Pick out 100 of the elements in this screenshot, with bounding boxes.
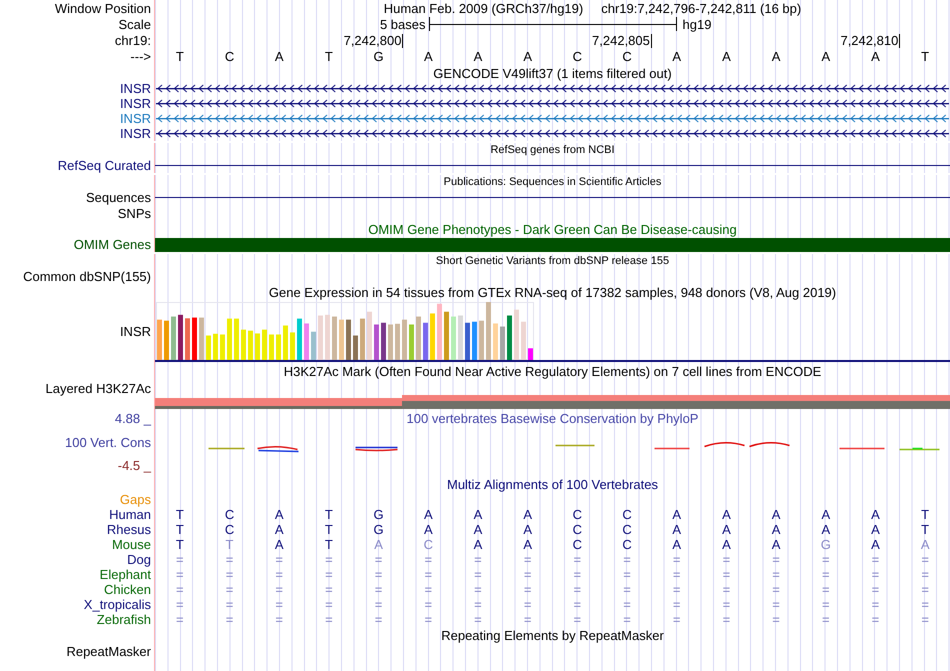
species-label: Zebrafish <box>96 612 151 627</box>
alignment-base: = <box>325 597 333 612</box>
alignment-base: A <box>424 522 433 537</box>
base-letter: C <box>622 49 632 64</box>
alignment-base: = <box>275 597 284 612</box>
alignment-base: = <box>424 612 432 627</box>
alignment-base: = <box>722 612 730 627</box>
track-title: Multiz Alignments of 100 Vertebrates <box>446 476 658 492</box>
alignment-base: T <box>176 522 184 537</box>
alignment-base: T <box>921 507 930 522</box>
alignment-base: = <box>872 582 880 597</box>
alignment-base: T <box>324 522 333 537</box>
track-label: INSR <box>120 324 151 338</box>
alignment-base: = <box>623 552 631 567</box>
alignment-base: = <box>623 582 631 597</box>
alignment-base: = <box>822 567 830 582</box>
alignment-base: T <box>324 537 333 552</box>
alignment-base: = <box>672 582 681 597</box>
alignment-base: A <box>672 522 682 537</box>
alignment-base: = <box>524 552 532 567</box>
track-label: Layered H3K27Ac <box>45 381 151 396</box>
ruler-tick: 7,242,810 <box>840 34 900 48</box>
alignment-base: = <box>672 612 681 627</box>
row-label: Window Position <box>54 0 151 16</box>
alignment-base: = <box>176 582 184 597</box>
base-letter: A <box>821 49 830 64</box>
species-label: Gaps <box>120 492 151 507</box>
base-letter: A <box>274 49 284 64</box>
alignment-base: = <box>424 597 432 612</box>
alignment-base: = <box>672 552 681 567</box>
alignment-base: = <box>474 582 482 597</box>
gene-label: INSR <box>120 96 151 111</box>
alignment-base: = <box>772 552 780 567</box>
alignment-base: = <box>722 552 730 567</box>
alignment-base: = <box>524 597 532 612</box>
track-title: Repeating Elements by RepeatMasker <box>441 628 664 642</box>
alignment-base: = <box>424 582 432 597</box>
species-label: Mouse <box>112 537 151 552</box>
alignment-base: A <box>920 537 930 552</box>
alignment-base: = <box>822 552 830 567</box>
alignment-base: = <box>623 612 631 627</box>
gene-label: INSR <box>120 126 151 141</box>
track-label: RepeatMasker <box>66 644 151 658</box>
alignment-base: = <box>226 552 234 567</box>
alignment-base: A <box>474 522 482 537</box>
track-label: Sequences <box>86 190 151 205</box>
species-label: Elephant <box>100 567 151 582</box>
base-letter: G <box>374 49 384 64</box>
alignment-base: A <box>474 537 482 552</box>
alignment-base: = <box>226 567 234 582</box>
alignment-base: = <box>921 612 929 627</box>
alignment-base: A <box>274 507 284 522</box>
alignment-base: = <box>921 582 929 597</box>
scale-text: 5 bases <box>378 16 426 32</box>
alignment-base: = <box>822 582 830 597</box>
alignment-base: = <box>176 567 184 582</box>
base-letter: A <box>672 49 682 64</box>
species-label: X_tropicalis <box>84 597 151 612</box>
alignment-base: C <box>622 507 632 522</box>
alignment-base: A <box>722 522 731 537</box>
alignment-base: = <box>474 567 482 582</box>
row-label: Scale <box>118 16 151 32</box>
alignment-base: = <box>772 582 780 597</box>
base-letter: A <box>871 49 880 64</box>
alignment-base: A <box>274 537 284 552</box>
alignment-base: = <box>574 582 582 597</box>
species-label: Dog <box>127 552 151 567</box>
alignment-base: T <box>176 537 184 552</box>
alignment-base: = <box>772 567 780 582</box>
alignment-base: = <box>672 597 681 612</box>
scale-assembly: hg19 <box>682 16 712 32</box>
alignment-base: C <box>622 522 632 537</box>
alignment-base: = <box>325 612 333 627</box>
alignment-base: A <box>523 522 532 537</box>
alignment-base: = <box>822 597 830 612</box>
alignment-base: = <box>722 582 730 597</box>
alignment-base: = <box>275 582 284 597</box>
base-letter: C <box>224 49 234 64</box>
alignment-base: T <box>921 522 930 537</box>
alignment-base: A <box>871 507 880 522</box>
alignment-base: G <box>374 507 384 522</box>
assembly-title: Human Feb. 2009 (GRCh37/hg19) <box>384 0 584 16</box>
track-label: OMIM Genes <box>74 237 151 252</box>
alignment-base: = <box>275 552 284 567</box>
track-title: Gene Expression in 54 tissues from GTEx RNA-seq of 17382 samples, 948 donors (V8, Aug 2019) <box>268 284 836 300</box>
base-letter: A <box>772 49 780 64</box>
species-label: Rhesus <box>106 522 151 537</box>
alignment-base: = <box>921 552 929 567</box>
alignment-base: = <box>672 567 681 582</box>
alignment-base: A <box>722 507 731 522</box>
ruler-tick: 7,242,805 <box>592 34 652 48</box>
alignment-base: A <box>424 507 433 522</box>
alignment-base: = <box>722 567 730 582</box>
alignment-base: A <box>821 522 830 537</box>
alignment-base: = <box>524 567 532 582</box>
gene-label: INSR <box>120 81 151 96</box>
alignment-base: = <box>374 597 382 612</box>
alignment-base: G <box>374 522 384 537</box>
alignment-base: = <box>872 612 880 627</box>
alignment-base: A <box>523 507 532 522</box>
